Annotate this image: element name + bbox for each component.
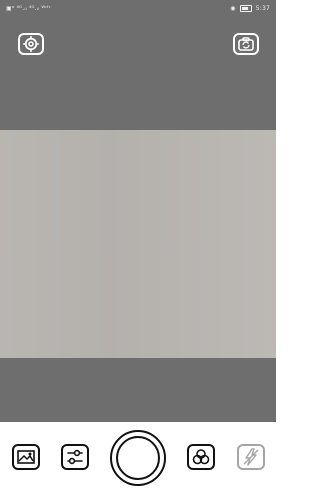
- sliders-icon: [61, 444, 89, 470]
- battery-icon: [239, 4, 252, 12]
- flash-off-icon: [237, 444, 265, 470]
- camera-switch-icon: [233, 33, 259, 55]
- adjust-button[interactable]: [61, 444, 89, 470]
- shutter-button[interactable]: [110, 430, 166, 486]
- network-indicators: ▣ᵃ ⁴ᴳ.ᵢₗ ⁴ᴳ.ᵢₗ ᵂᶦᶠᶦ: [6, 4, 51, 12]
- filters-icon: [187, 444, 215, 470]
- image-icon: [12, 444, 40, 470]
- vibrate-icon: ◉: [230, 4, 236, 12]
- flash-button[interactable]: [237, 444, 265, 470]
- status-left: ▣ᵃ ⁴ᴳ.ᵢₗ ⁴ᴳ.ᵢₗ ᵂᶦᶠᶦ: [6, 5, 51, 12]
- camera-preview: [0, 130, 276, 358]
- filters-button[interactable]: [187, 444, 215, 470]
- status-right: ◉ 5:37: [230, 4, 270, 12]
- status-bar: ▣ᵃ ⁴ᴳ.ᵢₗ ⁴ᴳ.ᵢₗ ᵂᶦᶠᶦ ◉ 5:37: [0, 0, 276, 16]
- gallery-button[interactable]: [12, 444, 40, 470]
- settings-button[interactable]: [18, 33, 44, 55]
- shutter-icon: [116, 436, 160, 480]
- gear-icon: [18, 33, 44, 55]
- camera-screen: ▣ᵃ ⁴ᴳ.ᵢₗ ⁴ᴳ.ᵢₗ ᵂᶦᶠᶦ ◉ 5:37: [0, 0, 276, 490]
- status-time: 5:37: [255, 4, 270, 12]
- switch-camera-button[interactable]: [233, 33, 259, 55]
